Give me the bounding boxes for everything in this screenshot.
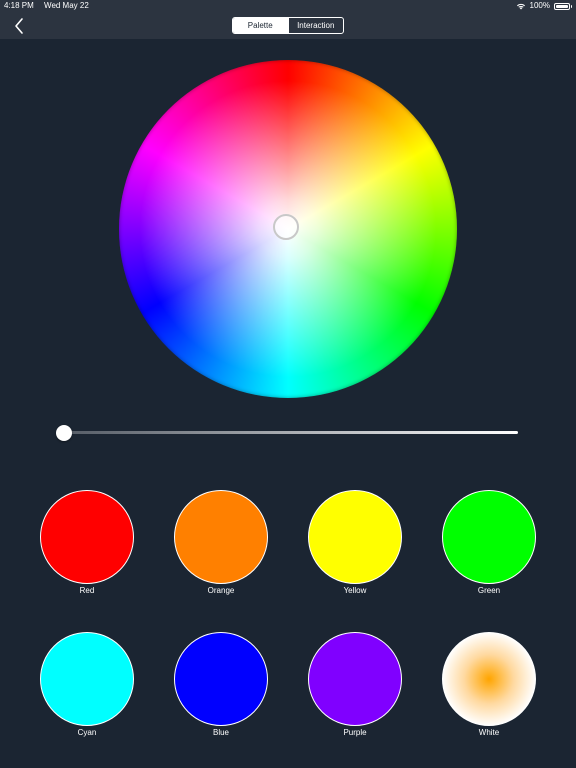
swatch-green-label: Green bbox=[477, 586, 501, 595]
swatch-purple[interactable]: Purple bbox=[307, 632, 403, 737]
swatch-orange[interactable]: Orange bbox=[173, 490, 269, 595]
swatch-blue-label: Blue bbox=[212, 728, 229, 737]
swatch-white-label: White bbox=[478, 728, 500, 737]
swatch-white-circle bbox=[442, 632, 536, 726]
swatch-cyan-circle bbox=[40, 632, 134, 726]
back-button[interactable] bbox=[10, 16, 30, 36]
swatch-purple-label: Purple bbox=[343, 728, 367, 737]
nav-bar: Palette Interaction bbox=[0, 12, 576, 39]
swatch-blue-circle bbox=[174, 632, 268, 726]
swatch-orange-circle bbox=[174, 490, 268, 584]
battery-percent: 100% bbox=[529, 1, 550, 10]
chevron-left-icon bbox=[15, 18, 23, 34]
swatch-red-label: Red bbox=[79, 586, 95, 595]
battery-icon bbox=[554, 2, 572, 10]
brightness-slider-track[interactable] bbox=[64, 431, 518, 434]
swatch-yellow-label: Yellow bbox=[343, 586, 367, 595]
swatch-orange-label: Orange bbox=[207, 586, 235, 595]
status-time: 4:18 PM bbox=[4, 1, 34, 10]
swatch-yellow[interactable]: Yellow bbox=[307, 490, 403, 595]
segmented-control: Palette Interaction bbox=[232, 17, 344, 34]
swatch-white[interactable]: White bbox=[441, 632, 537, 737]
swatch-purple-circle bbox=[308, 632, 402, 726]
swatch-red[interactable]: Red bbox=[39, 490, 135, 595]
swatch-red-circle bbox=[40, 490, 134, 584]
tab-palette[interactable]: Palette bbox=[233, 18, 288, 33]
status-bar: 4:18 PM Wed May 22 100% bbox=[0, 0, 576, 12]
swatch-cyan-label: Cyan bbox=[77, 728, 97, 737]
wifi-icon bbox=[516, 3, 525, 10]
swatch-green[interactable]: Green bbox=[441, 490, 537, 595]
swatch-blue[interactable]: Blue bbox=[173, 632, 269, 737]
color-wheel-handle[interactable] bbox=[273, 214, 299, 240]
tab-interaction[interactable]: Interaction bbox=[287, 18, 344, 33]
status-date: Wed May 22 bbox=[44, 1, 89, 10]
swatch-green-circle bbox=[442, 490, 536, 584]
brightness-slider-thumb[interactable] bbox=[56, 425, 72, 441]
swatch-yellow-circle bbox=[308, 490, 402, 584]
swatch-cyan[interactable]: Cyan bbox=[39, 632, 135, 737]
